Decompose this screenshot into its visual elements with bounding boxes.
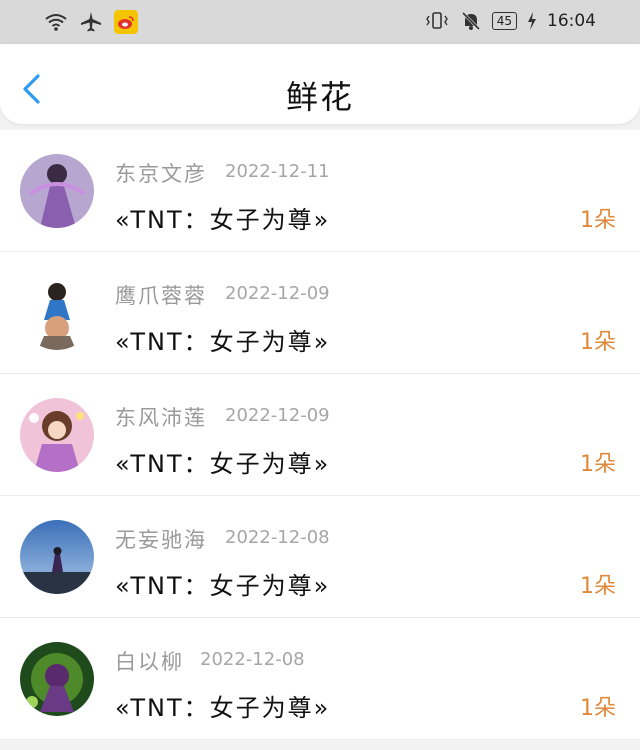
airplane-icon [81, 12, 101, 32]
clock: 16:04 [547, 11, 596, 31]
book-title: «TNT：女子为尊» [115, 450, 331, 478]
charging-icon [528, 12, 536, 30]
date: 2022-12-11 [225, 161, 330, 182]
book-title: «TNT：女子为尊» [115, 694, 331, 722]
user-name: 东风沛莲 [115, 406, 207, 430]
avatar[interactable] [20, 276, 94, 350]
user-name: 东京文彦 [115, 162, 207, 186]
list-item[interactable]: 东风沛莲 2022-12-09 «TNT：女子为尊» 1朵 [0, 374, 640, 496]
avatar[interactable] [20, 642, 94, 716]
book-title: «TNT：女子为尊» [115, 572, 331, 600]
page-title: 鲜花 [285, 78, 354, 116]
date: 2022-12-08 [225, 527, 330, 548]
flower-count: 1朵 [580, 452, 616, 477]
list-item[interactable]: 鹰爪蓉蓉 2022-12-09 «TNT：女子为尊» 1朵 [0, 252, 640, 374]
date: 2022-12-09 [225, 283, 330, 304]
flower-count: 1朵 [580, 574, 616, 599]
battery-level: 45 [491, 12, 517, 30]
avatar[interactable] [20, 154, 94, 228]
flower-count: 1朵 [580, 330, 616, 355]
book-title: «TNT：女子为尊» [115, 328, 331, 356]
avatar[interactable] [20, 520, 94, 594]
list-item[interactable]: 无妄驰海 2022-12-08 «TNT：女子为尊» 1朵 [0, 496, 640, 618]
date: 2022-12-09 [225, 405, 330, 426]
list-item[interactable]: 东京文彦 2022-12-11 «TNT：女子为尊» 1朵 [0, 130, 640, 252]
status-bar: 45 16:04 [0, 0, 640, 44]
flower-list: 东京文彦 2022-12-11 «TNT：女子为尊» 1朵 鹰爪蓉蓉 2022-… [0, 130, 640, 740]
avatar[interactable] [20, 398, 94, 472]
flower-count: 1朵 [580, 208, 616, 233]
list-item[interactable]: 白以柳 2022-12-08 «TNT：女子为尊» 1朵 [0, 618, 640, 740]
user-name: 无妄驰海 [115, 528, 207, 552]
nav-header: 鲜花 [0, 44, 640, 124]
user-name: 白以柳 [115, 650, 184, 674]
date: 2022-12-08 [200, 649, 305, 670]
user-name: 鹰爪蓉蓉 [115, 284, 207, 308]
wifi-icon [45, 14, 67, 31]
weibo-app-icon [114, 10, 138, 34]
status-left [44, 10, 138, 34]
book-title: «TNT：女子为尊» [115, 206, 331, 234]
bluetooth-vibrate-icon [425, 12, 448, 29]
status-right: 45 16:04 [424, 10, 596, 32]
flower-count: 1朵 [580, 696, 616, 721]
mute-bell-icon [461, 11, 480, 31]
